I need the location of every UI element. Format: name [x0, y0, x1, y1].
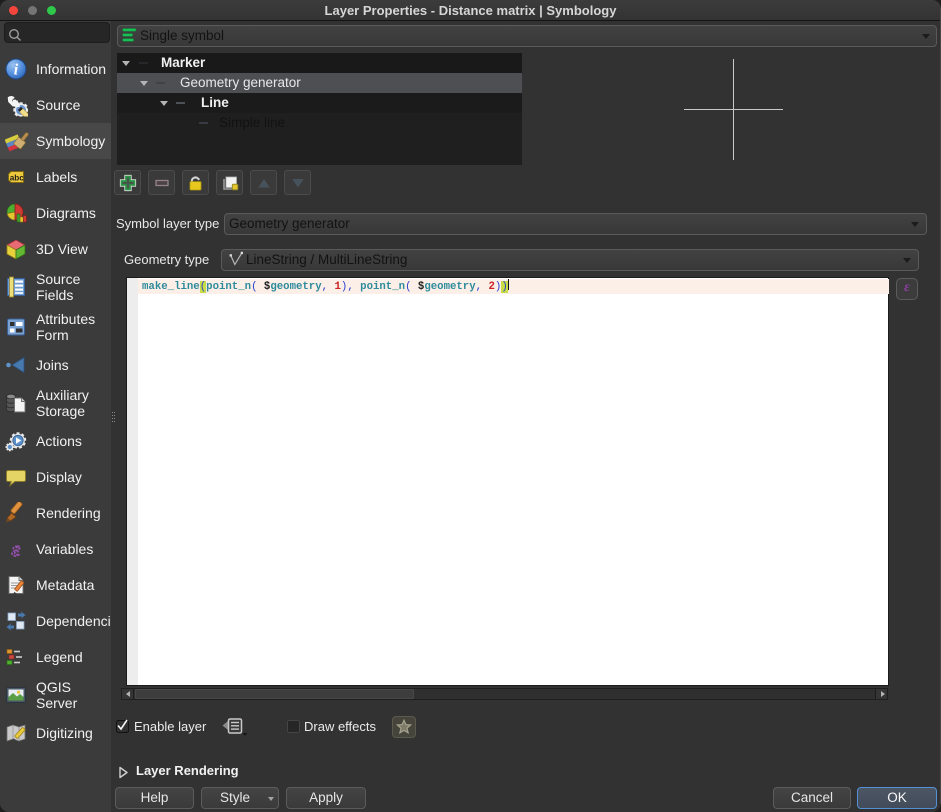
svg-text:abc: abc: [10, 174, 25, 183]
svg-text:i: i: [14, 62, 19, 79]
svg-text:ε: ε: [12, 539, 21, 560]
